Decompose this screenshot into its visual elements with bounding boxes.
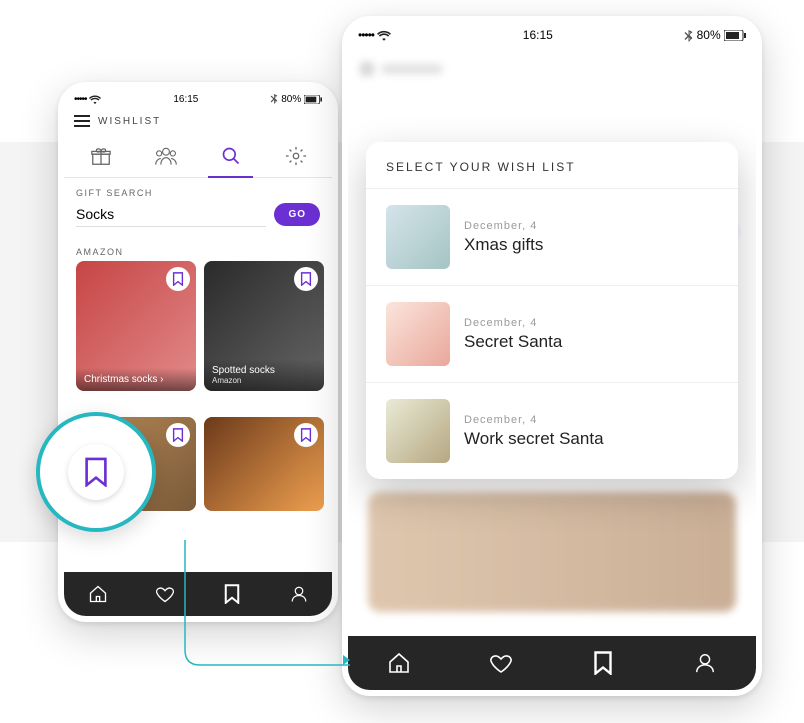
wishlist-option[interactable]: December, 4 Secret Santa: [366, 286, 738, 383]
user-icon: [694, 651, 716, 675]
wishlist-thumb: [386, 302, 450, 366]
nav-home[interactable]: [64, 572, 131, 616]
wishlist-name: Secret Santa: [464, 332, 562, 352]
wishlist-name: Work secret Santa: [464, 429, 604, 449]
nav-profile[interactable]: [654, 636, 756, 690]
bookmark-icon: [84, 457, 108, 487]
bottom-nav: [348, 636, 756, 690]
wishlist-thumb: [386, 399, 450, 463]
bookmark-highlight: [36, 412, 156, 532]
amazon-label: AMAZON: [64, 237, 332, 261]
wishlist-option[interactable]: December, 4 Xmas gifts: [366, 189, 738, 286]
gear-icon: [285, 145, 307, 167]
tab-gift[interactable]: [68, 139, 133, 177]
home-icon: [387, 651, 411, 675]
wishlist-thumb: [386, 205, 450, 269]
bookmark-button[interactable]: [294, 423, 318, 447]
battery-icon: [304, 95, 322, 104]
status-time: 16:15: [173, 94, 198, 105]
connector-arrow: [170, 540, 370, 680]
home-icon: [88, 584, 108, 604]
nav-bookmark[interactable]: [552, 636, 654, 690]
people-icon: [154, 145, 178, 167]
status-battery: 80%: [270, 94, 322, 105]
tab-search[interactable]: [198, 139, 263, 177]
bookmark-button[interactable]: [166, 423, 190, 447]
modal-title: SELECT YOUR WISH LIST: [366, 142, 738, 189]
wishlist-name: Xmas gifts: [464, 235, 543, 255]
search-input[interactable]: [76, 202, 266, 227]
product-card[interactable]: Christmas socks ›: [76, 261, 196, 391]
wishlist-date: December, 4: [464, 414, 604, 426]
bookmark-button[interactable]: [294, 267, 318, 291]
wifi-icon: [89, 95, 101, 104]
gift-icon: [90, 145, 112, 167]
product-card[interactable]: Spotted socksAmazon: [204, 261, 324, 391]
bluetooth-icon: [270, 94, 278, 104]
card-title: Christmas socks: [84, 374, 157, 385]
app-header: WISHLIST: [64, 111, 332, 133]
wishlist-option[interactable]: December, 4 Work secret Santa: [366, 383, 738, 479]
carrier-dots: •••••: [74, 94, 101, 105]
bookmark-icon: [172, 428, 184, 442]
status-bar: ••••• 16:15 80%: [64, 88, 332, 111]
bookmark-icon: [172, 272, 184, 286]
bookmark-icon: [300, 428, 312, 442]
wishlist-select-modal: SELECT YOUR WISH LIST December, 4 Xmas gi…: [366, 142, 738, 479]
go-button[interactable]: GO: [274, 203, 320, 226]
heart-icon: [489, 651, 513, 675]
app-title: WISHLIST: [98, 116, 161, 127]
card-title: Spotted socks: [212, 365, 316, 376]
phone-wishlist-select: ••••• 16:15 80% SELECT YOUR WISH LIST De…: [342, 16, 762, 696]
card-source: Amazon: [212, 376, 316, 385]
result-cards: Christmas socks › Spotted socksAmazon: [64, 261, 332, 405]
wishlist-date: December, 4: [464, 220, 543, 232]
nav-heart[interactable]: [450, 636, 552, 690]
search-icon: [221, 146, 241, 166]
bookmark-icon: [300, 272, 312, 286]
wishlist-date: December, 4: [464, 317, 562, 329]
tab-people[interactable]: [133, 139, 198, 177]
menu-icon[interactable]: [74, 115, 90, 127]
bookmark-icon: [594, 651, 612, 675]
bookmark-button[interactable]: [166, 267, 190, 291]
product-thumb[interactable]: [204, 417, 324, 511]
top-tabs: [64, 133, 332, 178]
search-label: GIFT SEARCH: [64, 178, 332, 202]
tab-settings[interactable]: [263, 139, 328, 177]
